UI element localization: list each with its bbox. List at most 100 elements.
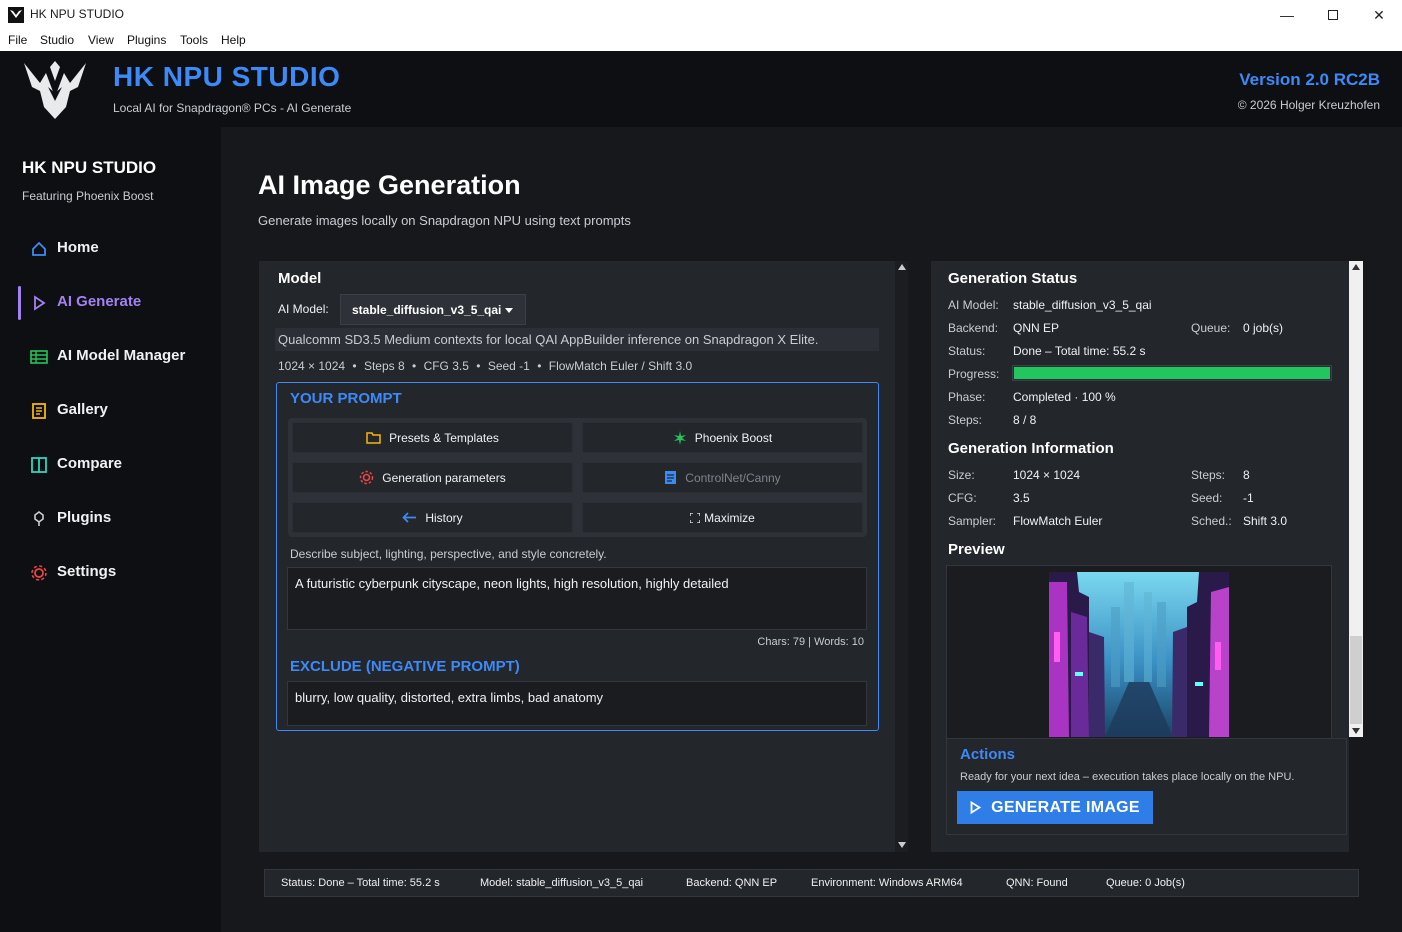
sidebar-item-label: Home <box>57 239 99 256</box>
spec-seed: Seed -1 <box>487 359 530 373</box>
status-queue-value: 0 job(s) <box>1243 321 1284 335</box>
chevron-down-icon <box>505 308 513 313</box>
arrow-left-icon <box>402 512 417 523</box>
sidebar-subtitle: Featuring Phoenix Boost <box>22 189 154 203</box>
generation-info-title: Generation Information <box>948 440 1114 457</box>
gear-icon <box>360 470 374 485</box>
status-backend-label: Backend: <box>948 321 999 335</box>
maximize-button[interactable] <box>1310 0 1356 30</box>
info-cfg-value: 3.5 <box>1013 491 1030 505</box>
model-dropdown[interactable]: stable_diffusion_v3_5_qai <box>340 294 526 325</box>
history-button[interactable]: History <box>292 502 573 533</box>
statusbar-qnn: QNN: Found <box>1006 877 1068 889</box>
prompt-counter: Chars: 79 | Words: 10 <box>757 636 864 648</box>
brand-tagline: Local AI for Snapdragon® PCs - AI Genera… <box>113 101 352 115</box>
prompt-hint: Describe subject, lighting, perspective,… <box>290 547 607 561</box>
info-sched-label: Sched.: <box>1191 514 1232 528</box>
sidebar-item-home[interactable]: Home <box>18 232 213 266</box>
presets-button[interactable]: Presets & Templates <box>292 422 573 453</box>
menu-view[interactable]: View <box>88 33 114 47</box>
statusbar-environment: Environment: Windows ARM64 <box>811 877 963 889</box>
document-icon <box>665 471 677 484</box>
info-seed-label: Seed: <box>1191 491 1223 505</box>
statusbar-model: Model: stable_diffusion_v3_5_qai <box>480 877 644 889</box>
info-sampler-label: Sampler: <box>948 514 997 528</box>
menu-tools[interactable]: Tools <box>180 33 208 47</box>
left-panel-scrollbar[interactable] <box>895 261 908 852</box>
steps-label: Steps: <box>948 413 983 427</box>
status-model-value: stable_diffusion_v3_5_qai <box>1013 298 1152 312</box>
sidebar-item-plugins[interactable]: Plugins <box>18 502 213 536</box>
sidebar-item-ai-generate[interactable]: AI Generate <box>18 286 213 320</box>
gallery-icon <box>32 403 46 419</box>
model-dropdown-value: stable_diffusion_v3_5_qai <box>352 303 502 317</box>
info-size-value: 1024 × 1024 <box>1013 468 1081 482</box>
page-subtitle: Generate images locally on Snapdragon NP… <box>258 213 631 228</box>
scroll-up-icon <box>1352 264 1360 270</box>
spec-size: 1024 × 1024 <box>278 359 346 373</box>
list-icon <box>30 350 48 364</box>
sidebar-item-settings[interactable]: Settings <box>18 556 213 590</box>
sidebar-title: HK NPU STUDIO <box>22 158 157 177</box>
info-sampler-value: FlowMatch Euler <box>1013 514 1103 528</box>
generation-parameters-button[interactable]: Generation parameters <box>292 462 573 493</box>
phase-label: Phase: <box>948 390 986 404</box>
info-steps-value: 8 <box>1243 468 1250 482</box>
maximize-icon <box>1328 10 1338 20</box>
status-bar: Status: Done – Total time: 55.2 s Model:… <box>264 869 1359 897</box>
sidebar-item-gallery[interactable]: Gallery <box>18 394 213 428</box>
sidebar-item-label: AI Model Manager <box>57 347 186 364</box>
sidebar-item-compare[interactable]: Compare <box>18 448 213 482</box>
minimize-button[interactable]: — <box>1264 0 1310 30</box>
status-queue-label: Queue: <box>1191 321 1231 335</box>
sidebar-item-label: Compare <box>57 455 123 472</box>
status-value: Done – Total time: 55.2 s <box>1013 344 1146 358</box>
minimize-icon: — <box>1280 7 1294 23</box>
menu-plugins[interactable]: Plugins <box>127 33 166 47</box>
info-sched-value: Shift 3.0 <box>1243 514 1288 528</box>
menu-bar: File Studio View Plugins Tools Help <box>0 30 1402 51</box>
cyberpunk-city-image <box>1049 572 1229 737</box>
phoenix-boost-button[interactable]: Phoenix Boost <box>582 422 863 453</box>
plugin-icon <box>34 511 44 526</box>
info-steps-label: Steps: <box>1191 468 1226 482</box>
version-label: Version 2.0 RC2B <box>1239 70 1380 89</box>
app-header: HK NPU STUDIO Local AI for Snapdragon® P… <box>0 51 1402 127</box>
brand-title: HK NPU STUDIO <box>113 61 341 92</box>
scroll-down-icon <box>898 842 906 848</box>
menu-file[interactable]: File <box>8 33 27 47</box>
expand-icon <box>690 512 701 523</box>
scroll-up-icon <box>898 264 906 270</box>
negative-prompt-textarea[interactable]: blurry, low quality, distorted, extra li… <box>287 681 867 726</box>
spec-cfg: CFG 3.5 <box>423 359 469 373</box>
statusbar-queue: Queue: 0 Job(s) <box>1106 877 1185 889</box>
sparkle-icon <box>673 430 686 445</box>
prompt-textarea[interactable]: A futuristic cyberpunk cityscape, neon l… <box>287 567 867 630</box>
close-button[interactable]: ✕ <box>1356 0 1402 30</box>
menu-studio[interactable]: Studio <box>40 33 74 47</box>
maximize-prompt-button[interactable]: Maximize <box>582 502 863 533</box>
status-backend-value: QNN EP <box>1013 321 1060 335</box>
generate-image-button[interactable]: GENERATE IMAGE <box>957 791 1153 824</box>
negative-prompt-title: EXCLUDE (NEGATIVE PROMPT) <box>290 658 520 675</box>
actions-title: Actions <box>960 746 1016 763</box>
sidebar-item-label: Settings <box>57 563 117 580</box>
scroll-down-icon <box>1352 728 1360 734</box>
menu-help[interactable]: Help <box>221 33 246 47</box>
compare-icon <box>31 457 47 473</box>
spec-sampler: FlowMatch Euler / Shift 3.0 <box>548 359 693 373</box>
window-titlebar: HK NPU STUDIO — ✕ <box>0 0 1402 30</box>
preview-image[interactable] <box>1049 572 1229 737</box>
sidebar-item-label: Plugins <box>57 509 112 526</box>
steps-value: 8 / 8 <box>1013 413 1037 427</box>
sidebar-item-ai-model-manager[interactable]: AI Model Manager <box>18 340 213 374</box>
info-seed-value: -1 <box>1243 491 1254 505</box>
right-panel-scroll-thumb[interactable] <box>1350 636 1362 724</box>
gear-icon <box>31 565 47 581</box>
model-label: AI Model: <box>278 302 329 316</box>
sidebar-item-label: Gallery <box>57 401 108 418</box>
actions-hint: Ready for your next idea – execution tak… <box>960 771 1295 783</box>
play-icon <box>34 295 46 311</box>
controlnet-button[interactable]: ControlNet/Canny <box>582 462 863 493</box>
sidebar: HK NPU STUDIO Featuring Phoenix Boost Ho… <box>0 127 221 932</box>
